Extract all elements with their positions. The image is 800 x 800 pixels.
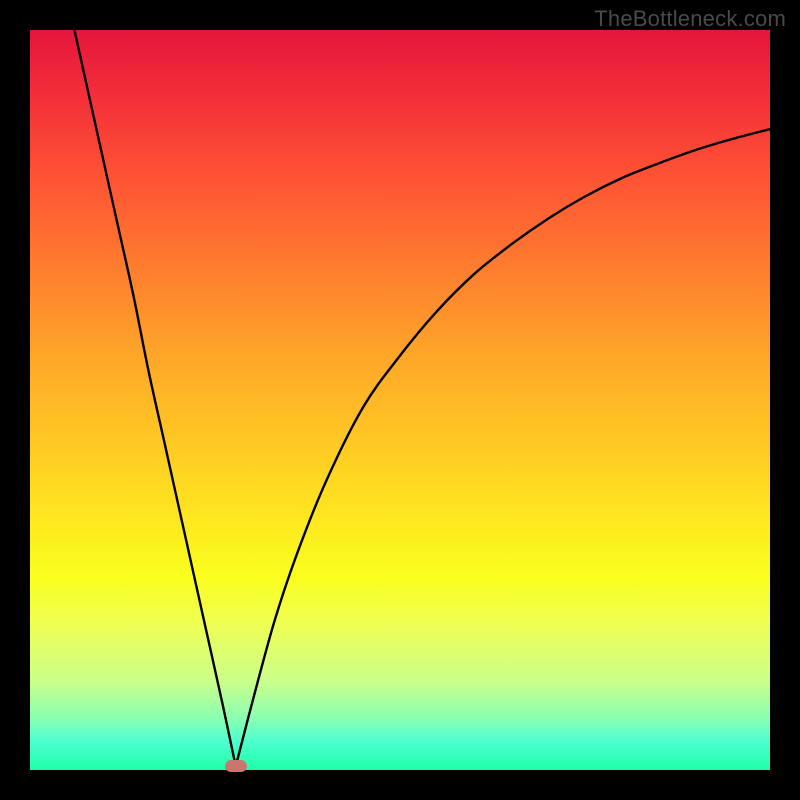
curve-path bbox=[74, 30, 770, 766]
min-marker bbox=[225, 760, 247, 772]
attribution-text: TheBottleneck.com bbox=[594, 6, 786, 32]
bottleneck-curve bbox=[30, 30, 770, 770]
